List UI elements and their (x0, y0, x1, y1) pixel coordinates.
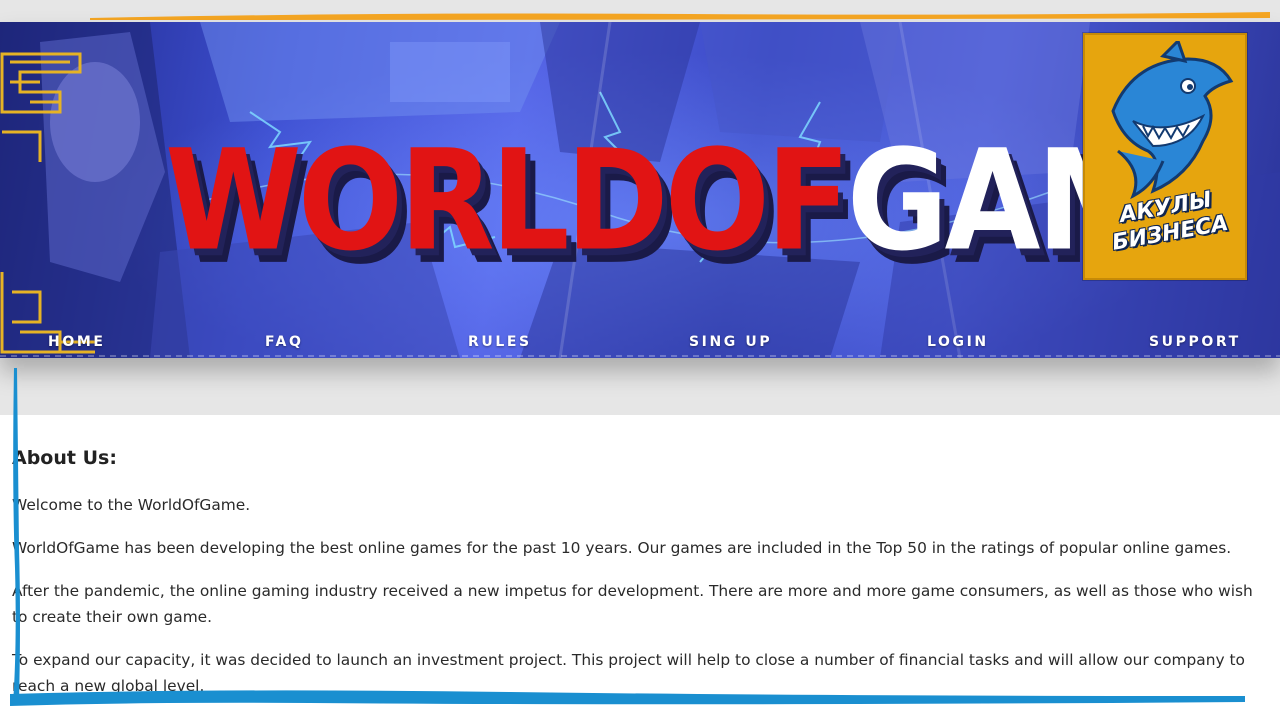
shark-logo-badge: АКУЛЫ БИЗНЕСА (1083, 33, 1247, 280)
shark-icon (1111, 41, 1234, 200)
about-paragraph-2: WorldOfGame has been developing the best… (12, 539, 1232, 557)
nav-faq[interactable]: FAQ (265, 334, 304, 350)
blue-brush-stroke-left (13, 368, 20, 703)
blue-brush-stroke-bottom (10, 690, 1245, 706)
nav-sign-up[interactable]: SING UP (689, 334, 772, 350)
site-logo: WORLDOFGAME (165, 132, 1241, 271)
nav-support[interactable]: SUPPORT (1149, 334, 1241, 350)
nav-divider (0, 355, 1280, 357)
logo-word-red: WORLDOF (165, 120, 851, 283)
nav-login[interactable]: LOGIN (927, 334, 989, 350)
about-paragraph-1: Welcome to the WorldOfGame. (12, 496, 251, 514)
main-navigation: HOME FAQ RULES SING UP LOGIN SUPPORT (0, 334, 1280, 356)
ornament-corner-top-left (0, 52, 82, 162)
nav-home[interactable]: HOME (48, 334, 106, 350)
orange-brush-stroke (90, 12, 1270, 20)
about-paragraph-3: After the pandemic, the online gaming in… (12, 582, 1253, 626)
nav-rules[interactable]: RULES (468, 334, 532, 350)
about-heading: About Us: (12, 447, 117, 469)
